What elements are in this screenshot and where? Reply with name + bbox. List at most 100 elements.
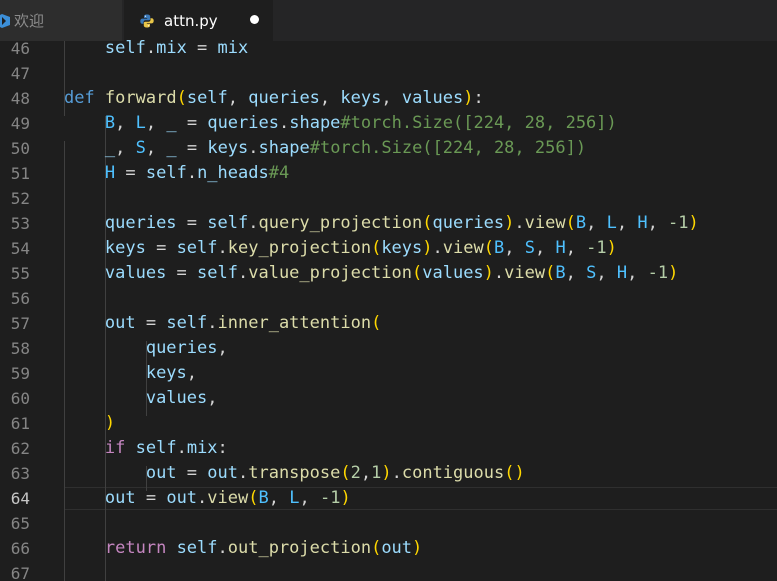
code-token: . <box>493 263 505 283</box>
code-token: out_projection <box>227 538 372 558</box>
code-token: ( <box>371 538 382 558</box>
code-line[interactable]: queries = self.query_projection(queries)… <box>23 211 699 236</box>
code-token: values <box>422 263 484 283</box>
code-token: self <box>145 163 187 183</box>
code-token: transpose <box>248 463 341 483</box>
code-token: view <box>442 238 484 258</box>
tab-welcome[interactable]: 欢迎 <box>0 0 122 41</box>
code-token: out <box>145 463 177 483</box>
code-token: ) <box>412 538 423 558</box>
tab-label: 欢迎 <box>14 12 45 30</box>
tab-attn-py[interactable]: attn.py <box>124 0 274 41</box>
code-token: . <box>145 38 157 58</box>
code-token: = <box>176 113 208 133</box>
code-token: = <box>166 263 198 283</box>
code-token: ( <box>422 213 433 233</box>
code-token: mix <box>156 38 187 58</box>
code-line[interactable]: return self.out_projection(out) <box>23 536 422 561</box>
code-token: , <box>534 238 556 258</box>
code-line[interactable]: out = self.inner_attention( <box>23 311 381 336</box>
code-token: . <box>248 138 259 158</box>
code-token: ) <box>688 213 699 233</box>
code-token: -1 <box>668 213 689 233</box>
code-line[interactable]: keys = self.key_projection(keys).view(B,… <box>23 236 617 261</box>
code-token: values <box>104 263 167 283</box>
code-token: H <box>637 213 648 233</box>
code-token: = <box>176 463 208 483</box>
unsaved-dot-icon[interactable] <box>250 15 259 24</box>
code-token: H <box>616 263 628 283</box>
code-token: out <box>166 488 198 508</box>
code-token: out <box>104 488 136 508</box>
code-area[interactable]: self.mix = mix def forward(self, queries… <box>64 38 777 581</box>
code-line[interactable]: B, L, _ = queries.shape#torch.Size([224,… <box>23 111 617 136</box>
code-line[interactable]: out = out.view(B, L, -1) <box>23 486 351 511</box>
code-token: . <box>514 213 525 233</box>
code-line[interactable]: H = self.n_heads#4 <box>23 161 289 186</box>
code-line[interactable]: values, <box>23 386 218 411</box>
code-token: , <box>381 88 402 108</box>
code-token: #torch.Size([224, 28, 256]) <box>309 138 587 158</box>
code-editor[interactable]: 46 47 48 49 50 51 52 53 54 55 56 57 58 59 60 61 62 63 64 65… <box>0 38 777 581</box>
line-number[interactable]: 65 <box>0 511 30 536</box>
code-line[interactable]: values = self.value_projection(values).v… <box>23 261 678 286</box>
code-token: self <box>186 88 228 108</box>
code-token: contiguous <box>401 463 505 483</box>
code-line[interactable]: def forward(self, queries, keys, values)… <box>23 86 484 111</box>
code-token: ) <box>463 88 474 108</box>
code-token: values <box>401 88 464 108</box>
code-token: queries <box>104 213 177 233</box>
code-line[interactable]: keys, <box>23 361 197 386</box>
code-token: shape <box>258 138 310 158</box>
line-number[interactable]: 52 <box>0 186 30 211</box>
code-token: ( <box>340 463 351 483</box>
line-number[interactable]: 56 <box>0 286 30 311</box>
code-token: value_projection <box>248 263 412 283</box>
code-token: ) <box>606 238 617 258</box>
code-token: ( <box>412 263 423 283</box>
code-token: . <box>432 238 443 258</box>
code-token: keys <box>104 238 146 258</box>
code-token: , <box>627 263 648 283</box>
code-token: ( <box>483 238 494 258</box>
code-token: = <box>115 163 146 183</box>
line-number[interactable]: 47 <box>0 61 30 86</box>
line-number[interactable]: 67 <box>0 561 30 581</box>
code-line[interactable]: ) <box>23 411 115 436</box>
code-token: queries <box>432 213 505 233</box>
code-line[interactable]: queries, <box>23 336 228 361</box>
code-token: , <box>616 213 638 233</box>
code-token: = <box>135 313 167 333</box>
code-token: S <box>586 263 597 283</box>
code-token: , <box>217 338 228 358</box>
code-token: , <box>586 213 607 233</box>
code-token: . <box>176 438 187 458</box>
vscode-window: 欢迎 attn.py 46 47 48 49 50 51 52 53 54 55 56 57 58 59 6… <box>0 0 777 581</box>
code-token: . <box>217 538 228 558</box>
code-token: , <box>186 363 198 383</box>
code-token: self <box>176 538 218 558</box>
code-token: , <box>299 488 320 508</box>
code-line[interactable]: self.mix = mix <box>23 36 248 61</box>
code-token: self <box>104 38 146 58</box>
code-line[interactable]: out = out.transpose(2,1).contiguous() <box>23 461 525 486</box>
code-token: . <box>186 163 198 183</box>
code-line[interactable]: if self.mix: <box>23 436 228 461</box>
code-token: keys <box>381 238 423 258</box>
code-token: keys <box>340 88 382 108</box>
code-token: . <box>391 463 402 483</box>
vscode-logo-icon <box>0 13 10 28</box>
code-token: #4 <box>268 163 290 183</box>
code-token: , <box>504 238 525 258</box>
code-token: queries <box>145 338 218 358</box>
code-token: ) <box>422 238 433 258</box>
code-line[interactable]: _, S, _ = keys.shape#torch.Size([224, 28… <box>23 136 586 161</box>
